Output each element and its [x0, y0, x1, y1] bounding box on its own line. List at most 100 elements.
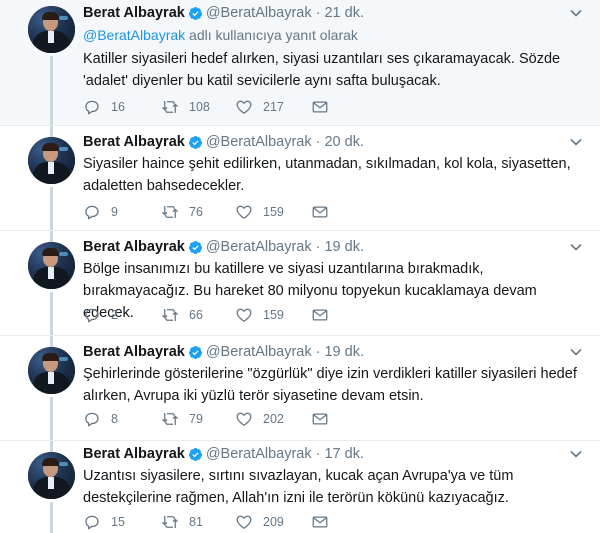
author-handle[interactable]: @BeratAlbayrak: [206, 344, 312, 360]
direct-message-button[interactable]: [311, 98, 331, 116]
tweet-actions: 15 81 209: [83, 512, 343, 532]
retweet-button[interactable]: 66: [161, 306, 235, 324]
reply-button[interactable]: 2: [83, 306, 161, 324]
heart-icon: [236, 100, 252, 114]
retweet-icon: [162, 309, 178, 321]
retweet-icon: [162, 516, 178, 528]
reply-icon: [85, 205, 99, 220]
reply-button[interactable]: 16: [83, 98, 161, 116]
author-name[interactable]: Berat Albayrak: [83, 239, 185, 255]
tweet-1[interactable]: Berat Albayrak @BeratAlbayrak · 21 dk. @…: [0, 0, 600, 125]
retweet-count: 81: [189, 515, 203, 529]
author-name[interactable]: Berat Albayrak: [83, 134, 185, 150]
like-button[interactable]: 217: [235, 98, 311, 116]
separator-dot: ·: [315, 344, 321, 360]
tweet-header: Berat Albayrak @BeratAlbayrak · 19 dk.: [83, 237, 364, 257]
reply-count: 2: [111, 308, 118, 322]
tweet-4[interactable]: Berat Albayrak @BeratAlbayrak · 19 dk. Ş…: [0, 336, 600, 440]
reply-icon: [85, 412, 99, 427]
tweet-timestamp[interactable]: 21 dk.: [324, 5, 364, 21]
separator-dot: ·: [315, 446, 321, 462]
avatar[interactable]: [28, 347, 75, 394]
envelope-icon: [312, 309, 328, 321]
tweet-header: Berat Albayrak @BeratAlbayrak · 21 dk.: [83, 3, 364, 23]
reply-button[interactable]: 9: [83, 203, 161, 221]
verified-badge-icon: [188, 345, 202, 359]
retweet-button[interactable]: 81: [161, 513, 235, 531]
direct-message-button[interactable]: [311, 513, 331, 531]
chevron-down-icon[interactable]: [570, 348, 582, 356]
avatar[interactable]: [28, 242, 75, 289]
chevron-down-icon[interactable]: [570, 9, 582, 17]
tweet-actions: 16 108 217: [83, 97, 343, 117]
reply-icon: [85, 308, 99, 323]
avatar[interactable]: [28, 137, 75, 184]
direct-message-button[interactable]: [311, 203, 331, 221]
like-button[interactable]: 159: [235, 203, 311, 221]
separator-dot: ·: [315, 5, 321, 21]
tweet-timestamp[interactable]: 19 dk.: [324, 239, 364, 255]
like-button[interactable]: 159: [235, 306, 311, 324]
like-count: 159: [263, 205, 284, 219]
reply-button[interactable]: 15: [83, 513, 161, 531]
reply-count: 8: [111, 412, 118, 426]
verified-badge-icon: [188, 447, 202, 461]
reply-mention-link[interactable]: @BeratAlbayrak: [83, 27, 185, 43]
tweet-timestamp[interactable]: 19 dk.: [324, 344, 364, 360]
tweet-actions: 8 79 202: [83, 409, 343, 429]
author-name[interactable]: Berat Albayrak: [83, 446, 185, 462]
tweet-3[interactable]: Berat Albayrak @BeratAlbayrak · 19 dk. B…: [0, 231, 600, 335]
thread-connector: [50, 56, 53, 125]
tweet-timestamp[interactable]: 17 dk.: [324, 446, 364, 462]
envelope-icon: [312, 413, 328, 425]
like-button[interactable]: 209: [235, 513, 311, 531]
author-handle[interactable]: @BeratAlbayrak: [206, 239, 312, 255]
author-name[interactable]: Berat Albayrak: [83, 5, 185, 21]
chevron-down-icon[interactable]: [570, 243, 582, 251]
retweet-count: 79: [189, 412, 203, 426]
tweet-timestamp[interactable]: 20 dk.: [324, 134, 364, 150]
author-handle[interactable]: @BeratAlbayrak: [206, 446, 312, 462]
like-count: 159: [263, 308, 284, 322]
separator-dot: ·: [315, 134, 321, 150]
author-handle[interactable]: @BeratAlbayrak: [206, 5, 312, 21]
like-button[interactable]: 202: [235, 410, 311, 428]
heart-icon: [236, 515, 252, 529]
retweet-button[interactable]: 76: [161, 203, 235, 221]
reply-button[interactable]: 8: [83, 410, 161, 428]
reply-context-label: adlı kullanıcıya yanıt olarak: [185, 27, 358, 43]
thread-connector: [50, 397, 53, 440]
thread-connector: [50, 502, 53, 533]
like-count: 202: [263, 412, 284, 426]
like-count: 217: [263, 100, 284, 114]
retweet-count: 76: [189, 205, 203, 219]
envelope-icon: [312, 206, 328, 218]
author-name[interactable]: Berat Albayrak: [83, 344, 185, 360]
author-handle[interactable]: @BeratAlbayrak: [206, 134, 312, 150]
tweet-actions: 2 66 159: [83, 305, 343, 325]
chevron-down-icon[interactable]: [570, 138, 582, 146]
tweet-text: Uzantısı siyasilere, sırtını sıvazlayan,…: [83, 468, 514, 506]
thread-connector: [50, 187, 53, 230]
verified-badge-icon: [188, 135, 202, 149]
tweet-2[interactable]: Berat Albayrak @BeratAlbayrak · 20 dk. S…: [0, 126, 600, 230]
avatar[interactable]: [28, 6, 75, 53]
avatar[interactable]: [28, 452, 75, 499]
chevron-down-icon[interactable]: [570, 450, 582, 458]
retweet-count: 108: [189, 100, 210, 114]
direct-message-button[interactable]: [311, 410, 331, 428]
direct-message-button[interactable]: [311, 306, 331, 324]
separator-dot: ·: [315, 239, 321, 255]
tweet-header: Berat Albayrak @BeratAlbayrak · 20 dk.: [83, 132, 364, 152]
reply-context: @BeratAlbayrak adlı kullanıcıya yanıt ol…: [83, 27, 358, 43]
tweet-5[interactable]: Berat Albayrak @BeratAlbayrak · 17 dk. U…: [0, 441, 600, 533]
tweet-thread: Berat Albayrak @BeratAlbayrak · 21 dk. @…: [0, 0, 600, 533]
heart-icon: [236, 308, 252, 322]
reply-icon: [85, 100, 99, 115]
verified-badge-icon: [188, 240, 202, 254]
retweet-button[interactable]: 108: [161, 98, 235, 116]
reply-count: 16: [111, 100, 125, 114]
retweet-button[interactable]: 79: [161, 410, 235, 428]
like-count: 209: [263, 515, 284, 529]
reply-count: 9: [111, 205, 118, 219]
